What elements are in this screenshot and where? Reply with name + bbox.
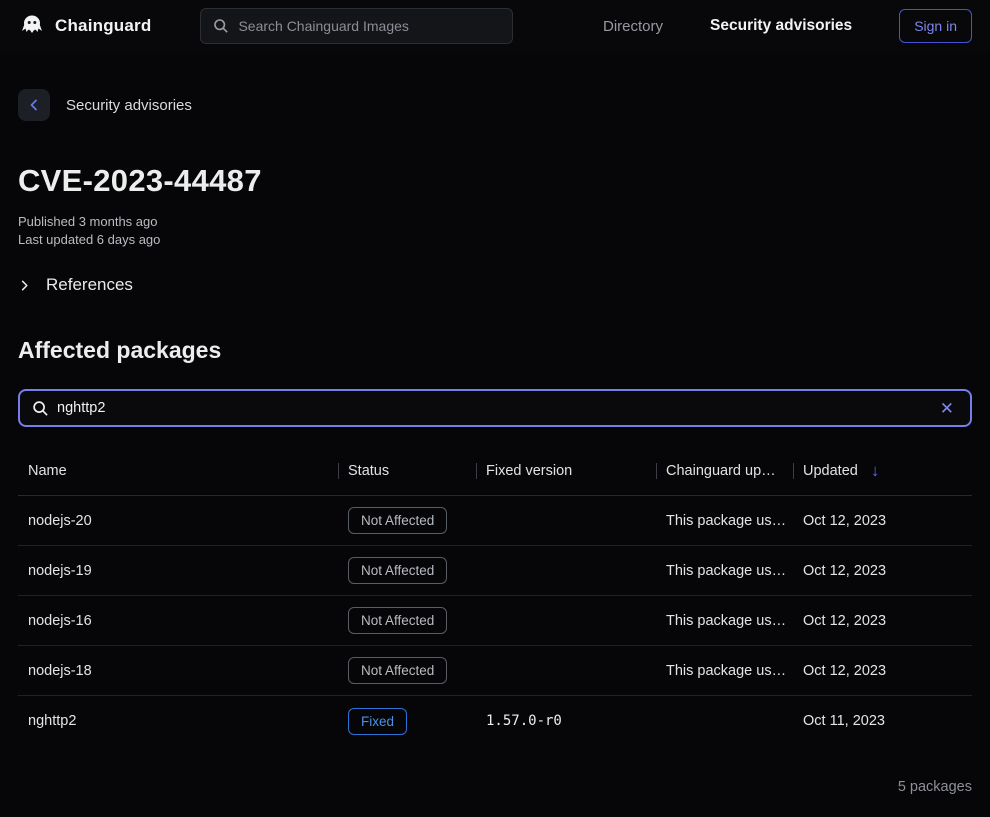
package-filter-input[interactable] [57, 400, 928, 416]
cell-updated: Oct 11, 2023 [793, 713, 972, 729]
chevron-left-icon [27, 98, 41, 112]
back-button[interactable] [18, 89, 50, 121]
table-row[interactable]: nodejs-16 Not Affected This package us… … [18, 596, 972, 646]
status-badge: Not Affected [348, 657, 447, 684]
published-date: Published 3 months ago [18, 213, 972, 231]
nav-link-directory[interactable]: Directory [603, 18, 663, 35]
cell-status: Not Affected [338, 557, 476, 584]
cell-status: Not Affected [338, 607, 476, 634]
cell-name: nodejs-18 [18, 663, 338, 679]
column-header-updated[interactable]: Updated ↓ [793, 446, 972, 495]
close-icon: ✕ [940, 399, 954, 418]
column-header-updated-label: Updated [803, 463, 858, 479]
status-badge: Fixed [348, 708, 407, 735]
cell-chainguard-updated: This package us… [656, 663, 793, 679]
section-title: Affected packages [18, 337, 972, 364]
table-header-row: Name Status Fixed version Chainguard up…… [18, 446, 972, 496]
cell-name: nodejs-16 [18, 613, 338, 629]
chainguard-octopus-logo-icon [18, 12, 46, 40]
table-row[interactable]: nodejs-19 Not Affected This package us… … [18, 546, 972, 596]
cell-updated: Oct 12, 2023 [793, 563, 972, 579]
top-nav: Chainguard Directory Security advisories… [0, 0, 990, 52]
cell-updated: Oct 12, 2023 [793, 613, 972, 629]
column-header-chainguard-updated[interactable]: Chainguard up… [656, 446, 793, 495]
cell-chainguard-updated: This package us… [656, 613, 793, 629]
brand-name: Chainguard [55, 16, 151, 36]
cell-name: nodejs-19 [18, 563, 338, 579]
cell-name: nghttp2 [18, 713, 338, 729]
references-label: References [46, 275, 133, 295]
cell-status: Fixed [338, 708, 476, 735]
cell-chainguard-updated: This package us… [656, 513, 793, 529]
column-header-status[interactable]: Status [338, 446, 476, 495]
sign-in-button[interactable]: Sign in [899, 9, 972, 43]
breadcrumb-label: Security advisories [66, 97, 192, 114]
nav-links: Directory Security advisories Sign in [603, 9, 972, 43]
references-toggle[interactable]: References [18, 275, 972, 295]
cell-status: Not Affected [338, 507, 476, 534]
table-body: nodejs-20 Not Affected This package us… … [18, 496, 972, 746]
brand[interactable]: Chainguard [18, 12, 151, 40]
cell-updated: Oct 12, 2023 [793, 663, 972, 679]
nav-search-box[interactable] [200, 8, 513, 44]
cell-updated: Oct 12, 2023 [793, 513, 972, 529]
search-icon [213, 18, 229, 34]
breadcrumb: Security advisories [18, 89, 972, 121]
column-header-fixed-version[interactable]: Fixed version [476, 446, 656, 495]
affected-packages-table: Name Status Fixed version Chainguard up…… [18, 446, 972, 795]
table-row[interactable]: nodejs-20 Not Affected This package us… … [18, 496, 972, 546]
table-row[interactable]: nodejs-18 Not Affected This package us… … [18, 646, 972, 696]
page-title: CVE-2023-44487 [18, 163, 972, 199]
package-filter-box: ✕ [18, 389, 972, 427]
search-icon [32, 400, 49, 417]
sort-desc-arrow-icon[interactable]: ↓ [871, 461, 880, 481]
cell-fixed-version: 1.57.0-r0 [476, 713, 656, 729]
nav-link-security-advisories[interactable]: Security advisories [710, 17, 852, 35]
status-badge: Not Affected [348, 607, 447, 634]
table-row[interactable]: nghttp2 Fixed 1.57.0-r0 Oct 11, 2023 [18, 696, 972, 746]
clear-filter-button[interactable]: ✕ [936, 398, 958, 419]
status-badge: Not Affected [348, 557, 447, 584]
nav-search-input[interactable] [238, 18, 500, 34]
cell-status: Not Affected [338, 657, 476, 684]
cell-name: nodejs-20 [18, 513, 338, 529]
package-count: 5 packages [18, 779, 972, 795]
column-header-name[interactable]: Name [18, 446, 338, 495]
last-updated-date: Last updated 6 days ago [18, 231, 972, 249]
main-content: Security advisories CVE-2023-44487 Publi… [0, 89, 990, 795]
chevron-right-icon [18, 279, 31, 292]
status-badge: Not Affected [348, 507, 447, 534]
cell-chainguard-updated: This package us… [656, 563, 793, 579]
publish-meta: Published 3 months ago Last updated 6 da… [18, 213, 972, 249]
